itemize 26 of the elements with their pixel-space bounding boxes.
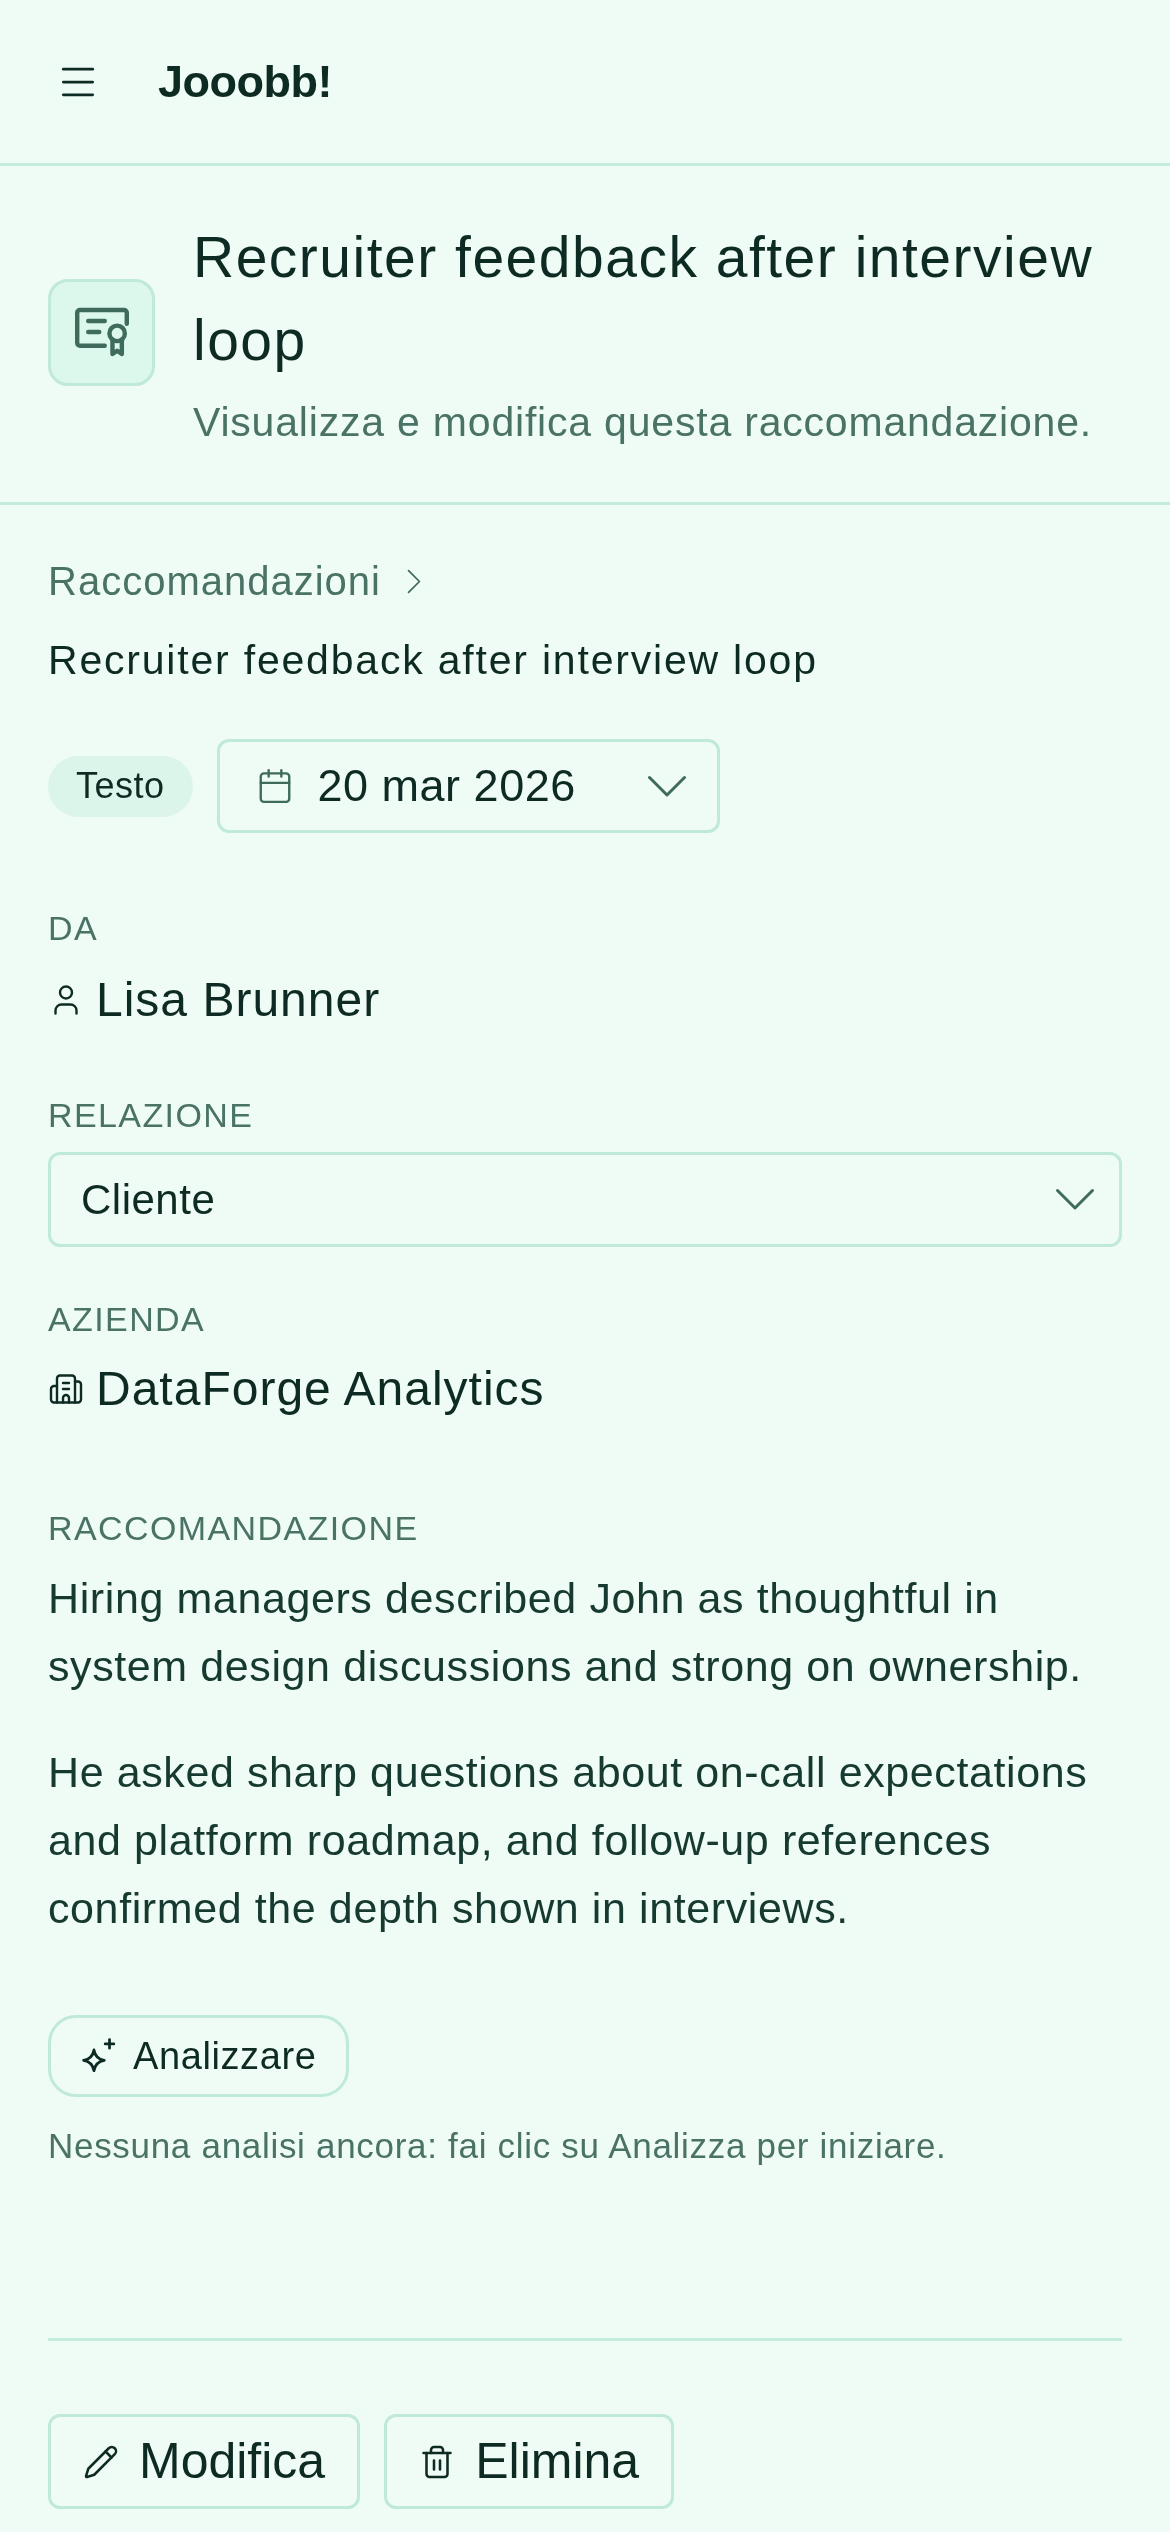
chevron-down-icon [646, 774, 687, 798]
page-subtitle: Visualizza e modifica questa raccomandazione. [193, 398, 1093, 447]
app-logo-text[interactable]: Jooobb! [158, 47, 332, 116]
type-badge: Testo [48, 755, 193, 817]
analysis-note: Nessuna analisi ancora: fai clic su Analizza per iniziare. [48, 2125, 948, 2167]
recommendation-paragraph: He asked sharp questions about on-call expectations and platform roadmap, and follow-up references confirmed the depth shown in interviews. [48, 1747, 1089, 1934]
field-label: DA [48, 908, 100, 948]
delete-button[interactable]: Elimina [384, 2414, 675, 2509]
pencil-icon [83, 2443, 119, 2480]
page-title: Recruiter feedback after interview loop [193, 224, 1095, 374]
certificate-icon [74, 307, 129, 357]
relation-select[interactable]: Cliente [48, 1152, 1122, 1247]
chevron-right-icon [406, 568, 421, 594]
edit-button[interactable]: Modifica [48, 2414, 361, 2509]
field-label: RELAZIONE [48, 1095, 255, 1135]
person-name: Lisa Brunner [96, 972, 381, 1028]
analyze-button[interactable]: Analizzare [48, 2015, 350, 2097]
breadcrumb-current: Recruiter feedback after interview loop [48, 636, 819, 684]
breadcrumb-link[interactable]: Raccomandazioni [48, 557, 381, 605]
field-label: RACCOMANDAZIONE [48, 1508, 420, 1548]
field-label: AZIENDA [48, 1299, 207, 1339]
recommendation-paragraph: Hiring managers described John as thoughtful in system design discussions and strong on ownership. [48, 1573, 1083, 1692]
date-select[interactable]: 20 mar 2026 [216, 739, 720, 833]
company-name: DataForge Analytics [96, 1361, 545, 1417]
chevron-down-icon [1055, 1188, 1095, 1211]
building-icon [48, 1371, 84, 1407]
